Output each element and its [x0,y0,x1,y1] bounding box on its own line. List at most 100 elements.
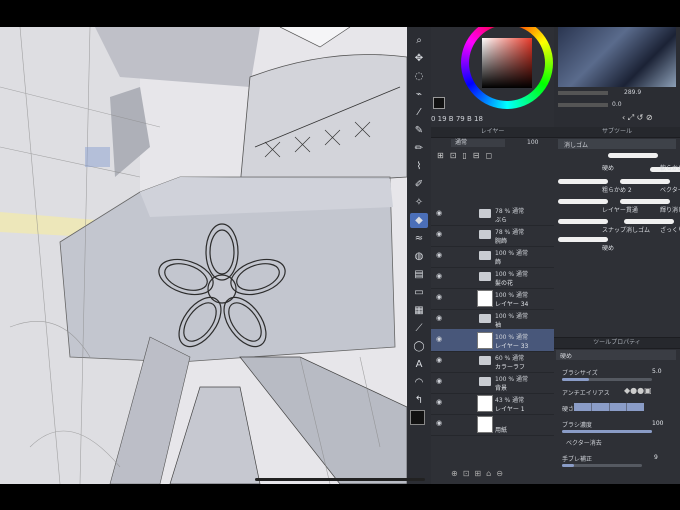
brush-stroke-preview[interactable] [558,219,608,224]
eraser-icon[interactable]: ◆ [410,213,428,228]
brush-stroke-preview[interactable] [558,199,608,204]
layer-row[interactable]: ◉ 100 % 通常 レイヤー 33 [431,329,554,352]
text-icon[interactable]: A [410,357,428,372]
layer-row[interactable]: ◉ 用紙 [431,413,554,436]
move-icon[interactable]: ✥ [410,51,428,66]
saturation-value-square[interactable] [482,38,532,88]
rotate-slider[interactable] [558,103,608,107]
figure-icon[interactable]: ▭ [410,285,428,300]
tool-name: 硬め [560,353,573,360]
airbrush-icon[interactable]: ✐ [410,177,428,192]
brush-stroke-preview[interactable] [620,199,670,204]
stabilization-value[interactable]: 9 [654,454,658,461]
layer-row[interactable]: ◉ 100 % 通常 背景 [431,371,554,394]
ruler-icon[interactable]: ⟋ [410,321,428,336]
navigator-thumbnail[interactable] [558,27,676,87]
layer-row[interactable]: ◉ 43 % 通常 レイヤー 1 [431,392,554,415]
layer-row[interactable]: ◉ 100 % 通常袖 [431,308,554,331]
visibility-eye-icon[interactable]: ◉ [436,335,444,343]
brush-size-value[interactable]: 5.0 [652,368,662,375]
layer-name: レイヤー 1 [495,406,525,413]
folder-icon [479,356,491,365]
layer-row[interactable]: ◉ 100 % 通常 レイヤー 34 [431,287,554,310]
folder-icon [479,377,491,386]
current-color-swatch[interactable] [433,97,445,109]
main-color-swatch[interactable] [410,410,425,425]
brush-stroke-preview[interactable] [608,153,658,158]
density-slider[interactable] [562,430,652,433]
layer-opacity-blend: 78 % 通常 [495,208,525,215]
visibility-eye-icon[interactable]: ◉ [436,251,444,259]
sub-tool-brush-label[interactable]: 硬め [602,243,614,252]
sub-tool-brush-label[interactable]: 輝り消しゴム [660,205,680,214]
fill-icon[interactable]: ◍ [410,249,428,264]
hue-ring[interactable] [461,27,553,109]
density-value[interactable]: 100 [652,420,663,427]
visibility-eye-icon[interactable]: ◉ [436,419,444,427]
zoom-icon[interactable]: ⌕ [410,33,428,48]
sub-tool-brush-label[interactable]: 硬め [602,163,614,172]
folder-icon [479,230,491,239]
brush-icon[interactable]: ⌇ [410,159,428,174]
layer-opacity-blend: 43 % 通常 [495,397,525,404]
hardness-selector[interactable] [574,403,644,411]
correct-line-icon[interactable]: ↰ [410,393,428,408]
pen-icon[interactable]: ✎ [410,123,428,138]
visibility-eye-icon[interactable]: ◉ [436,356,444,364]
layer-thumbnail [477,416,493,433]
visibility-eye-icon[interactable]: ◉ [436,314,444,322]
home-indicator [255,478,425,481]
layer-row[interactable]: ◉ 100 % 通常 髪の花 [431,266,554,289]
layer-toolbar[interactable]: ⊞⊡▯⊟◻ [437,151,498,160]
auto-select-icon[interactable]: ⌁ [410,87,428,102]
layer-name: レイヤー 34 [495,301,529,308]
layer-row[interactable]: ◉ 78 % 通常 ぶら [431,203,554,226]
brush-stroke-preview[interactable] [624,219,674,224]
layer-footer-buttons[interactable]: ⊕⊡⊞⌂⊖ [451,469,508,478]
visibility-eye-icon[interactable]: ◉ [436,293,444,301]
brush-size-slider[interactable] [562,378,652,381]
gradient-icon[interactable]: ▤ [410,267,428,282]
folder-icon [479,314,491,323]
sub-tool-brush-label[interactable]: ベクター用 [660,185,680,194]
layer-name: 袖 [495,322,502,329]
operation-icon[interactable]: ◯ [410,339,428,354]
pencil-icon[interactable]: ✏ [410,141,428,156]
sub-tool-brush-label[interactable]: スナップ消しゴム [602,225,650,234]
layer-opacity-blend: 100 % 通常 [495,313,528,320]
blend-icon[interactable]: ≈ [410,231,428,246]
sub-tool-brush-label[interactable]: ざっくり [660,225,680,234]
frame-icon[interactable]: ▦ [410,303,428,318]
navigator-controls[interactable]: ‹ ⤢ ↺ ⊘ [622,113,653,123]
layer-name: 飾 [495,259,502,266]
sub-tool-brush-label[interactable]: レイヤー貫通 [602,205,638,214]
sub-tool-group-tab[interactable]: 消しゴム [558,139,676,149]
antialias-options[interactable]: ◆●●▣ [624,386,652,395]
blend-mode-select[interactable]: 通常 [451,139,505,147]
visibility-eye-icon[interactable]: ◉ [436,230,444,238]
stabilization-slider[interactable] [562,464,642,467]
eyedropper-icon[interactable]: ⁄ [410,105,428,120]
folder-icon [479,209,491,218]
brush-stroke-preview[interactable] [558,237,608,242]
layer-row[interactable]: ◉ 100 % 通常飾 [431,245,554,268]
visibility-eye-icon[interactable]: ◉ [436,272,444,280]
layer-row[interactable]: ◉ 60 % 通常 カラーラフ [431,350,554,373]
layer-opacity-blend: 60 % 通常 [495,355,525,362]
visibility-eye-icon[interactable]: ◉ [436,209,444,217]
layer-row[interactable]: ◉ 78 % 通常 腕飾 [431,224,554,247]
visibility-eye-icon[interactable]: ◉ [436,377,444,385]
visibility-eye-icon[interactable]: ◉ [436,398,444,406]
sub-tool-group-label: 消しゴム [564,142,589,149]
drawing-canvas[interactable] [0,27,407,484]
lasso-select-icon[interactable]: ◌ [410,69,428,84]
zoom-slider[interactable] [558,91,608,95]
balloon-icon[interactable]: ◠ [410,375,428,390]
brush-stroke-preview[interactable] [620,179,670,184]
layer-opacity-value[interactable]: 100 [527,139,538,146]
rotate-value: 0.0 [612,101,622,108]
sub-tool-brush-label[interactable]: 粗らかめ 2 [602,185,632,194]
decoration-icon[interactable]: ✧ [410,195,428,210]
brush-stroke-preview[interactable] [558,179,608,184]
sub-tool-brush-label[interactable]: 軟らかめ [660,163,680,172]
